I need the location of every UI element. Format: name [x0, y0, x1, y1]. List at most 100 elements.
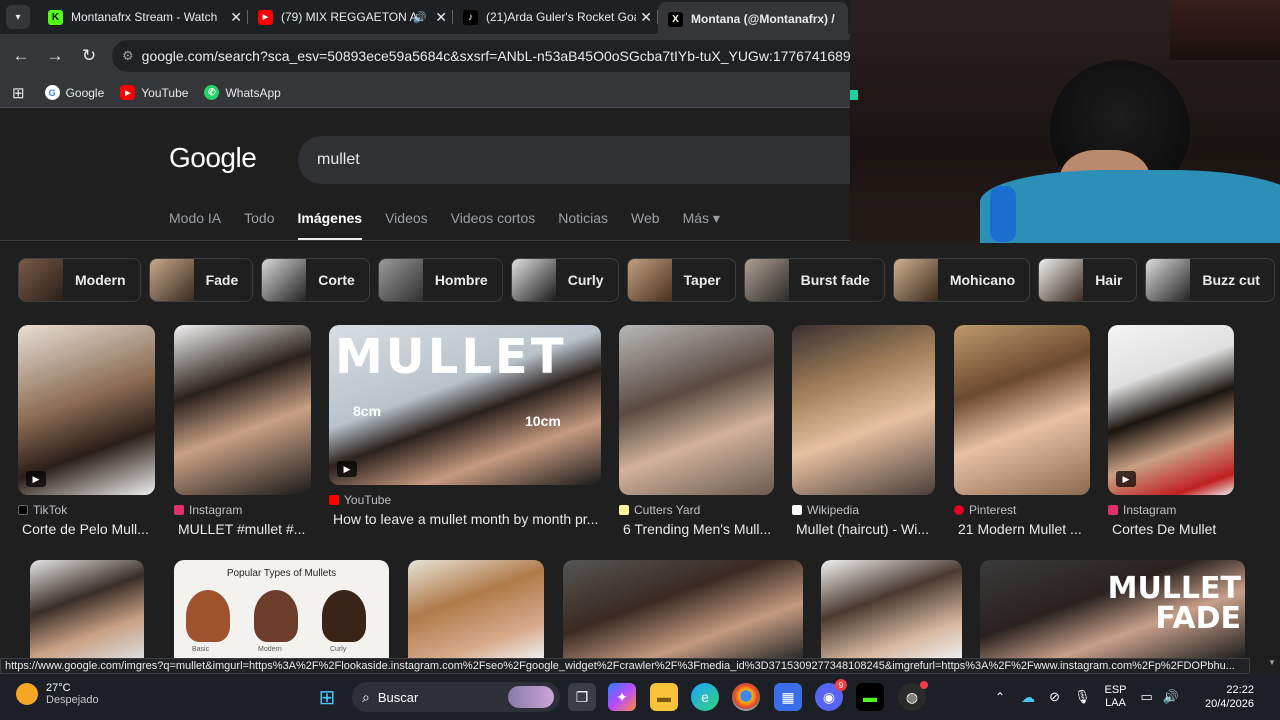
discord-icon[interactable]: ◉ 9 [815, 679, 847, 711]
chip-hombre[interactable]: Hombre [377, 258, 503, 302]
taskbar-clock[interactable]: 22:22 20/4/2026 [1205, 683, 1254, 711]
file-explorer-icon[interactable]: ▬ [650, 683, 678, 711]
onedrive-icon[interactable]: ☁ [1021, 689, 1035, 706]
forward-arrow-icon[interactable]: → [38, 39, 72, 73]
chip-thumbnail [262, 259, 307, 301]
search-type-tabs: Modo IA Todo Imágenes Videos Videos cort… [169, 210, 743, 241]
result-caption[interactable]: How to leave a mullet month by month pr.… [329, 511, 601, 527]
image-result[interactable]: Instagram MULLET #mullet #... [174, 325, 311, 537]
bookmark-google[interactable]: G Google [44, 85, 104, 100]
result-caption[interactable]: Corte de Pelo Mull... [18, 521, 155, 537]
image-result[interactable]: Wikipedia Mullet (haircut) - Wi... [792, 325, 935, 537]
result-caption[interactable]: MULLET #mullet #... [174, 521, 311, 537]
chip-burst-fade[interactable]: Burst fade [743, 258, 885, 302]
chip-label: Fade [205, 272, 239, 288]
chip-mohicano[interactable]: Mohicano [892, 258, 1031, 302]
image-result[interactable] [563, 560, 803, 658]
tab-kick-stream[interactable]: K Montanafrx Stream - Watch ✕ [38, 2, 248, 32]
source-name: Wikipedia [807, 503, 860, 517]
obs-icon[interactable]: ◍ [898, 681, 928, 711]
terminal-app-icon[interactable]: ▬ [856, 683, 884, 711]
instagram-icon [174, 505, 184, 515]
chip-label: Mohicano [949, 272, 1016, 288]
apps-grid-icon[interactable]: ⊞ [12, 84, 25, 102]
image-result[interactable]: MULLET FADE [980, 560, 1245, 658]
microsoft-store-icon[interactable]: ▦ [774, 683, 802, 711]
chip-hair[interactable]: Hair [1038, 258, 1138, 302]
instagram-icon [1108, 505, 1118, 515]
task-view-icon[interactable]: ❐ [568, 683, 596, 711]
image-result[interactable] [821, 560, 962, 658]
image-result[interactable] [30, 560, 144, 658]
tabs-divider [0, 240, 850, 241]
tab-x-profile[interactable]: X Montana (@Montanafrx) / X [658, 2, 848, 36]
clock-time: 22:22 [1226, 684, 1254, 696]
google-logo[interactable]: Google [169, 142, 257, 174]
close-icon[interactable]: ✕ [435, 9, 447, 26]
bookmark-youtube[interactable]: ▶ YouTube [120, 85, 188, 100]
chip-taper[interactable]: Taper [626, 258, 736, 302]
result-caption[interactable]: Cortes De Mullet [1108, 521, 1234, 537]
tab-videos[interactable]: Videos [385, 210, 428, 241]
background-shelf [1170, 0, 1280, 60]
tab-noticias[interactable]: Noticias [558, 210, 608, 241]
image-result[interactable] [408, 560, 544, 658]
microphone-icon[interactable]: 🎙 [1074, 689, 1091, 705]
search-input[interactable]: mullet [298, 136, 858, 184]
copilot-icon[interactable]: ✦ [608, 683, 636, 711]
chip-modern[interactable]: Modern [18, 258, 141, 302]
chip-thumbnail [511, 259, 556, 301]
tab-modo-ia[interactable]: Modo IA [169, 210, 221, 241]
address-bar[interactable]: ⚙ google.com/search?sca_esv=50893ece59a5… [112, 40, 872, 72]
windows-start-icon[interactable]: ⊞ [313, 683, 341, 711]
chip-buzz-cut[interactable]: Buzz cut [1145, 258, 1275, 302]
chrome-icon[interactable] [732, 683, 760, 711]
image-result[interactable]: Popular Types of Mullets Basic Modern Cu… [174, 560, 389, 658]
tab-tiktok[interactable]: ♪ (21)Arda Guler's Rocket Goa ✕ [453, 2, 658, 32]
image-result[interactable]: MULLET 8cm 10cm ▶ YouTube How to leave a… [329, 325, 601, 527]
result-caption[interactable]: Mullet (haircut) - Wi... [792, 521, 935, 537]
scroll-down-icon[interactable]: ▼ [1268, 658, 1276, 667]
youtube-icon: ▶ [258, 9, 273, 25]
tab-mas[interactable]: Más ▾ [683, 210, 720, 241]
tab-todo[interactable]: Todo [244, 210, 274, 241]
chip-fade[interactable]: Fade [148, 258, 254, 302]
speaker-icon[interactable]: 🔊 [413, 11, 427, 24]
close-icon[interactable]: ✕ [640, 9, 652, 26]
result-thumbnail: ▶ [1108, 325, 1234, 495]
tab-youtube-mix[interactable]: ▶ (79) MIX REGGAETON A 🔊 ✕ [248, 2, 453, 32]
image-result[interactable]: ▶ Instagram Cortes De Mullet [1108, 325, 1234, 537]
image-result[interactable]: ▶ TikTok Corte de Pelo Mull... [18, 325, 155, 537]
edge-icon[interactable]: e [691, 683, 719, 711]
site-info-icon[interactable]: ⚙ [122, 48, 134, 64]
chip-curly[interactable]: Curly [510, 258, 619, 302]
keyboard-code: LAA [1105, 697, 1126, 709]
network-off-icon[interactable]: ⊘ [1049, 689, 1060, 705]
reload-icon[interactable]: ↻ [72, 39, 106, 73]
browser-tab-strip: ▾ K Montanafrx Stream - Watch ✕ ▶ (79) M… [0, 0, 850, 36]
tab-imagenes[interactable]: Imágenes [297, 210, 363, 241]
back-arrow-icon[interactable]: ← [4, 39, 38, 73]
close-icon[interactable]: ✕ [230, 9, 242, 26]
image-result[interactable]: Pinterest 21 Modern Mullet ... [954, 325, 1090, 537]
pinterest-icon [954, 505, 964, 515]
tab-search-button[interactable]: ▾ [6, 5, 30, 29]
display-icon[interactable]: ▭ [1141, 689, 1153, 705]
chip-corte[interactable]: Corte [261, 258, 370, 302]
search-highlight-image [508, 686, 554, 708]
tiktok-icon: ♪ [463, 9, 478, 25]
tab-web[interactable]: Web [631, 210, 660, 241]
result-caption[interactable]: 21 Modern Mullet ... [954, 521, 1090, 537]
mullet-overlay-text: MULLET [335, 329, 567, 385]
tab-videos-cortos[interactable]: Videos cortos [451, 210, 536, 241]
discord-badge: 9 [835, 679, 847, 691]
volume-icon[interactable]: 🔊 [1163, 689, 1179, 705]
bookmark-whatsapp[interactable]: ✆ WhatsApp [204, 85, 281, 100]
image-result[interactable]: Cutters Yard 6 Trending Men's Mull... [619, 325, 774, 537]
chevron-up-icon[interactable]: ⌃ [995, 690, 1005, 704]
taskbar-search[interactable]: ⌕ Buscar [352, 682, 560, 712]
result-caption[interactable]: 6 Trending Men's Mull... [619, 521, 774, 537]
weather-widget[interactable]: 27°C Despejado [16, 682, 99, 706]
weather-moon-icon [16, 683, 38, 705]
language-indicator[interactable]: ESP LAA [1104, 684, 1126, 710]
